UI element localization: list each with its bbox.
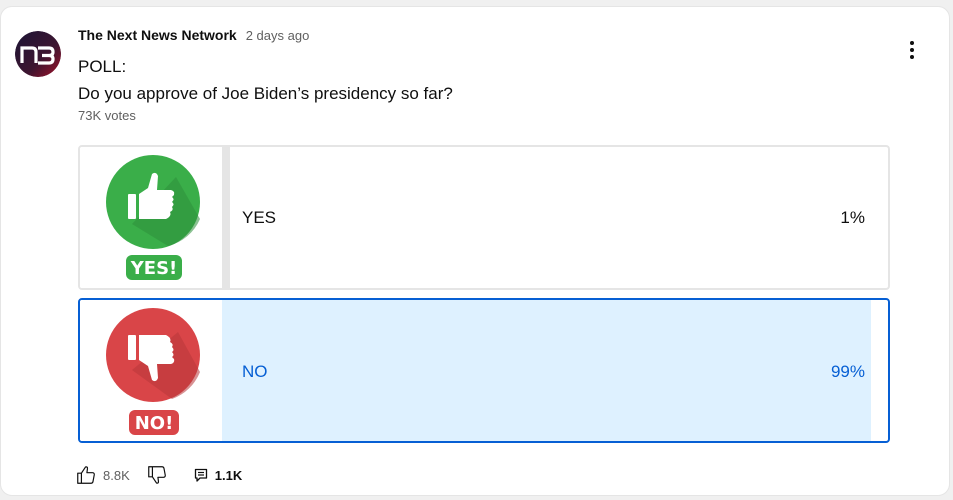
thumbs-down-icon: NO! [106,308,200,435]
poll-option-yes[interactable]: YES! YES 1% [78,145,890,290]
comment-count: 1.1K [214,467,243,483]
poll-option-image: NO! [80,300,222,441]
like-count: 8.8K [103,467,130,483]
thumbs-up-outline-icon [77,466,95,484]
post-text: POLL: Do you approve of Joe Biden’s pres… [78,53,453,107]
post-timestamp[interactable]: 2 days ago [246,28,310,43]
channel-name[interactable]: The Next News Network [78,27,237,43]
dislike-button[interactable] [146,464,168,486]
more-vert-icon-dot [910,48,914,52]
post-action-bar: 8.8K 1.1K [75,462,242,488]
vote-count: 73K votes [78,108,136,123]
channel-avatar[interactable] [15,31,61,77]
poll-option-image: YES! [80,147,222,288]
yes-badge-text: YES! [130,258,178,279]
poll-result-bar [222,300,871,441]
community-post-card: The Next News Network 2 days ago POLL: D… [0,6,950,496]
poll-option-percent: 99% [830,362,865,381]
poll-option-percent: 1% [840,208,865,227]
comment-icon [194,468,207,482]
poll-option-no[interactable]: NO! NO 99% [78,298,890,443]
post-text-line: POLL: [78,57,127,76]
poll-question: Do you approve of Joe Biden’s presidency… [78,84,453,103]
poll-option-label: YES [242,208,277,227]
more-actions-button[interactable] [897,35,927,65]
thumbs-up-icon: YES! [106,155,200,280]
n3-logo [15,31,61,77]
thumbs-down-outline-icon [147,466,166,484]
poll-option-label: NO [242,362,268,381]
like-button[interactable]: 8.8K [75,464,130,486]
poll-result-bar [222,147,230,288]
post-header: The Next News Network 2 days ago [78,27,309,43]
comments-button[interactable]: 1.1K [193,467,242,483]
more-vert-icon [910,41,914,45]
no-badge-text: NO! [135,413,174,434]
more-vert-icon-dot [910,55,914,59]
